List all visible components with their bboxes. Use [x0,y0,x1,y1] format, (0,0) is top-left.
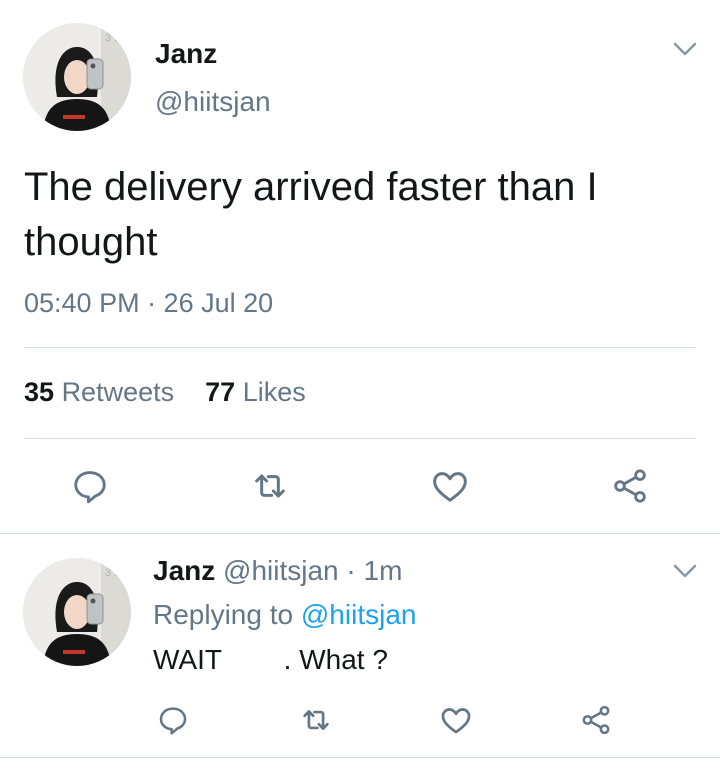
reply-icon[interactable] [153,700,193,740]
retweets-count[interactable]: 35 [24,377,54,407]
replying-to-handle[interactable]: @hiitsjan [301,599,417,630]
reply-text: WAIT . What ? [153,644,388,675]
retweets-label[interactable]: Retweets [62,377,175,407]
main-handle[interactable]: @hiitsjan [155,86,271,118]
tweet-text-line-1: The delivery arrived faster than I [24,165,598,209]
share-icon[interactable] [576,700,616,740]
replying-to-line: Replying to @hiitsjan [153,599,416,631]
reply-display-name[interactable]: Janz [153,555,215,586]
svg-text:3 1: 3 1 [105,32,120,44]
likes-count[interactable]: 77 [205,377,235,407]
heart-icon[interactable] [430,466,470,506]
retweet-icon[interactable] [250,466,290,506]
retweet-icon[interactable] [296,700,336,740]
engagement-stats: 35 Retweets 77 Likes [24,377,306,408]
likes-label[interactable]: Likes [243,377,306,407]
reply-handle-time[interactable]: @hiitsjan · 1m [223,555,402,586]
divider [24,347,696,348]
heart-icon[interactable] [436,700,476,740]
main-display-name[interactable]: Janz [155,38,217,70]
reply-icon[interactable] [70,466,110,506]
share-icon[interactable] [610,466,650,506]
main-avatar[interactable]: 3 1 [23,23,131,131]
svg-text:3 1: 3 1 [105,567,120,579]
section-divider [0,533,720,534]
chevron-down-icon[interactable] [672,562,698,580]
divider [24,438,696,439]
bottom-divider [0,757,720,758]
reply-avatar[interactable]: 3 1 [23,558,131,666]
tweet-text-line-2: thought [24,220,158,264]
tweet-timestamp[interactable]: 05:40 PM · 26 Jul 20 [24,288,273,319]
replying-to-label: Replying to [153,599,294,630]
reply-header: Janz @hiitsjan · 1m [153,555,402,587]
chevron-down-icon[interactable] [672,40,698,58]
